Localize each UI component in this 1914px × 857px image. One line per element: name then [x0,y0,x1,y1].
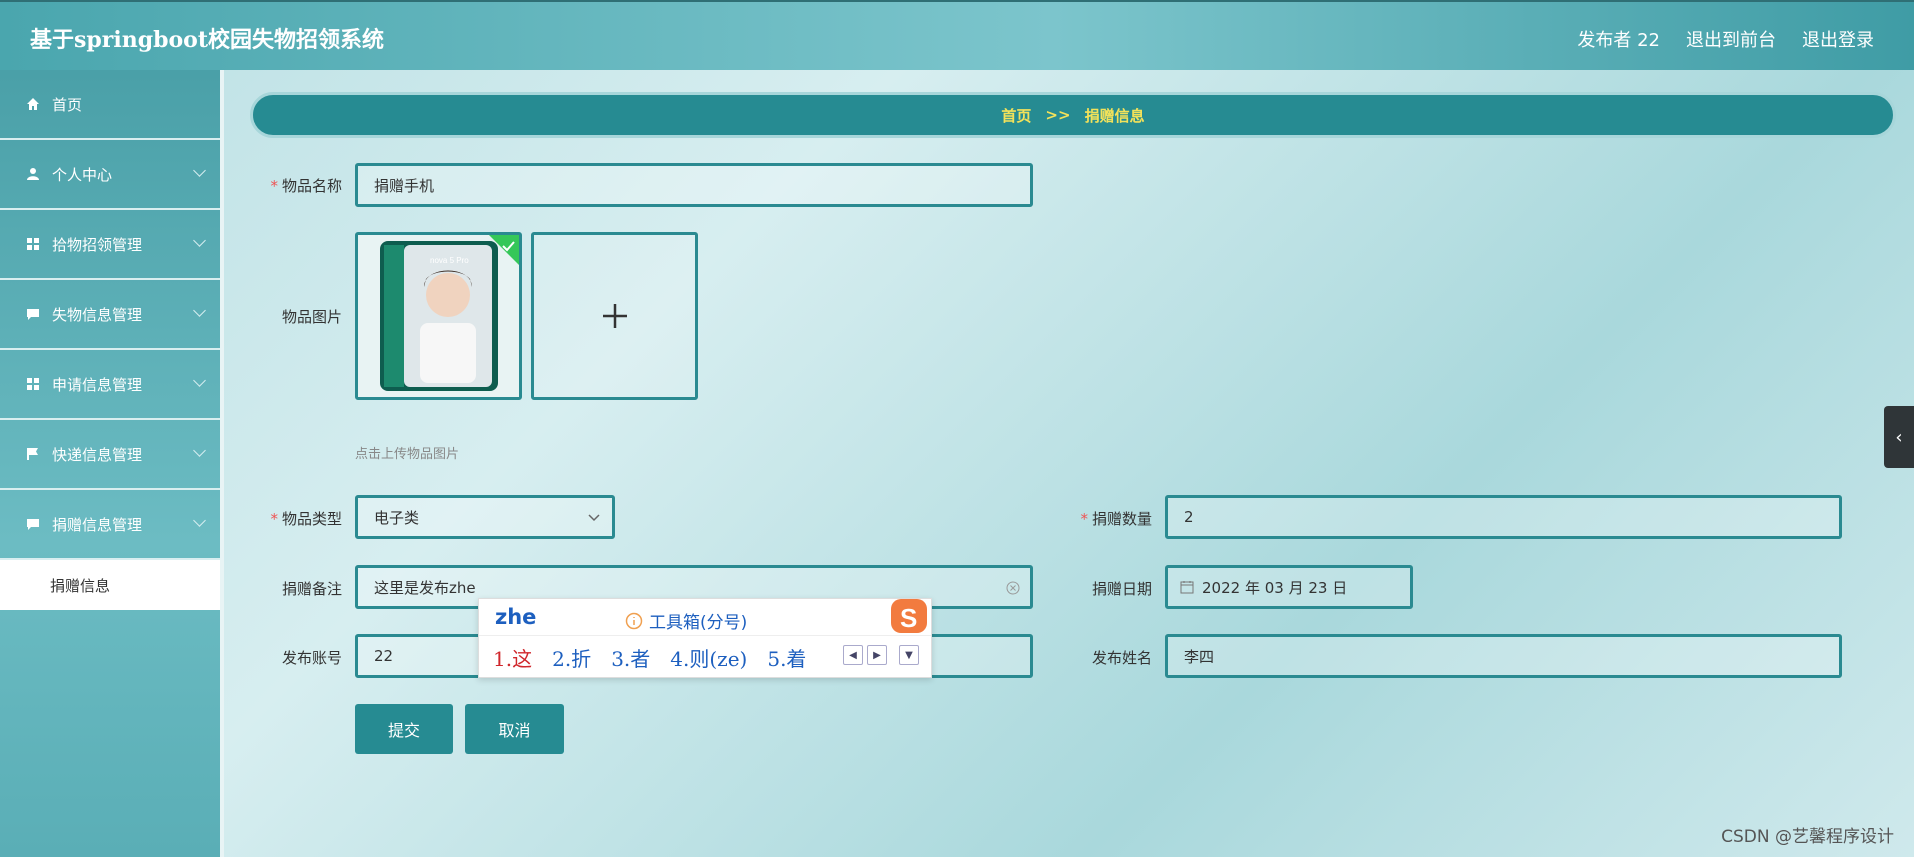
ime-next-icon[interactable]: ▶ [867,645,887,665]
item-type-select[interactable]: 电子类 [355,495,615,539]
publisher-name-label: 发布姓名 [1091,649,1152,667]
upload-add-button[interactable] [531,232,698,400]
breadcrumb-separator: >> [1045,106,1071,124]
sidebar-item-label: 捐赠信息管理 [52,515,143,534]
sidebar-item-lost[interactable]: 失物信息管理 [0,280,220,350]
sidebar-item-label: 失物信息管理 [52,305,143,324]
info-icon [625,612,643,629]
ime-candidate[interactable]: 1.这 [493,643,532,672]
ime-candidate[interactable]: 4.则(ze) [670,643,747,672]
cancel-button[interactable]: 取消 [465,704,564,754]
donation-qty-input[interactable]: 2 [1165,495,1842,539]
ime-candidate[interactable]: 2.折 [552,643,591,672]
item-type-value: 电子类 [374,508,420,527]
chevron-down-icon [193,234,206,247]
chevron-down-icon [193,514,206,527]
chevron-left-icon: ‹ [1895,426,1903,448]
upload-hint: 点击上传物品图片 [355,447,460,462]
publisher-label: 发布者 22 [1577,30,1660,51]
sidebar-item-label: 拾物招领管理 [52,235,143,254]
sidebar-item-label: 快递信息管理 [52,445,143,464]
sidebar-item-home[interactable]: 首页 [0,70,220,140]
ime-candidate[interactable]: 3.者 [611,643,650,672]
app-title: 基于springboot校园失物招领系统 [30,27,384,53]
clear-icon[interactable] [1006,581,1020,595]
grid-icon [27,378,39,390]
breadcrumb-home[interactable]: 首页 [1001,105,1031,126]
uploaded-image[interactable]: nova 5 Pro [355,232,522,400]
flag-icon [27,448,38,460]
chat-icon [27,519,39,530]
sidebar-item-personal[interactable]: 个人中心 [0,140,220,210]
sogou-logo-icon: S [891,599,927,633]
chevron-down-icon [193,374,206,387]
item-type-label: * 物品类型 [270,510,342,528]
home-icon [27,98,39,110]
sidebar-item-apply[interactable]: 申请信息管理 [0,350,220,420]
calendar-icon [1180,581,1194,594]
publisher-name-input[interactable]: 李四 [1165,634,1842,678]
plus-icon [602,304,627,328]
donation-note-value: 这里是发布zhe [374,578,476,597]
phone-label: nova 5 Pro [430,256,469,265]
sidebar-item-label: 首页 [52,95,83,114]
ime-pinyin: zhe [495,605,537,629]
sidebar-item-donation[interactable]: 捐赠信息管理 [0,490,220,560]
chevron-down-icon [588,514,600,522]
sidebar-item-found[interactable]: 拾物招领管理 [0,210,220,280]
chevron-down-icon [193,444,206,457]
sidebar: 首页 个人中心 拾物招领管理 失物信息管理 申请信息管理 快递信息管理 捐赠信息… [0,70,224,857]
item-name-input[interactable]: 捐赠手机 [355,163,1033,207]
grid-icon [27,238,39,250]
ime-toolbox-label: 工具箱(分号) [649,613,748,633]
submit-button[interactable]: 提交 [355,704,453,754]
ime-prev-icon[interactable]: ◀ [843,645,863,665]
item-image-label: 物品图片 [281,308,342,326]
publisher-account-label: 发布账号 [281,649,342,667]
breadcrumb: 首页 >> 捐赠信息 [250,92,1896,138]
top-right-links: 发布者 22 退出到前台 退出登录 [1577,26,1874,52]
donation-date-value: 2022 年 03 月 23 日 [1202,578,1348,597]
sidebar-item-label: 申请信息管理 [52,375,143,394]
sidebar-item-express[interactable]: 快递信息管理 [0,420,220,490]
side-collapse-tab[interactable]: ‹ [1884,406,1914,468]
logout-link[interactable]: 退出登录 [1802,26,1874,52]
chat-icon [27,309,39,320]
ime-nav: ◀ ▶ ▼ [843,645,919,665]
top-bar: 基于springboot校园失物招领系统 发布者 22 退出到前台 退出登录 [0,0,1914,70]
to-front-link[interactable]: 退出到前台 [1686,26,1776,52]
donation-date-input[interactable]: 2022 年 03 月 23 日 [1165,565,1413,609]
sidebar-item-label: 个人中心 [52,165,113,184]
donation-qty-label: * 捐赠数量 [1080,510,1152,528]
chevron-down-icon [193,164,206,177]
svg-text:S: S [900,603,917,633]
sidebar-subitem-donation-info[interactable]: 捐赠信息 [0,560,220,610]
item-name-label: * 物品名称 [270,177,342,195]
ime-candidate[interactable]: 5.着 [767,643,806,672]
user-icon [27,168,39,180]
chevron-down-icon [193,304,206,317]
donation-date-label: 捐赠日期 [1091,580,1152,598]
donation-note-label: 捐赠备注 [281,580,342,598]
phone-image: nova 5 Pro [358,235,519,397]
watermark: CSDN @艺馨程序设计 [1721,827,1894,847]
ime-expand-icon[interactable]: ▼ [899,645,919,665]
ime-toolbox[interactable]: 工具箱(分号) [625,608,747,633]
breadcrumb-current: 捐赠信息 [1084,106,1145,125]
ime-candidate-popup: zhe 工具箱(分号) S 1.这 2.折 3.者 4.则(ze) 5.着 ◀ … [478,598,932,678]
